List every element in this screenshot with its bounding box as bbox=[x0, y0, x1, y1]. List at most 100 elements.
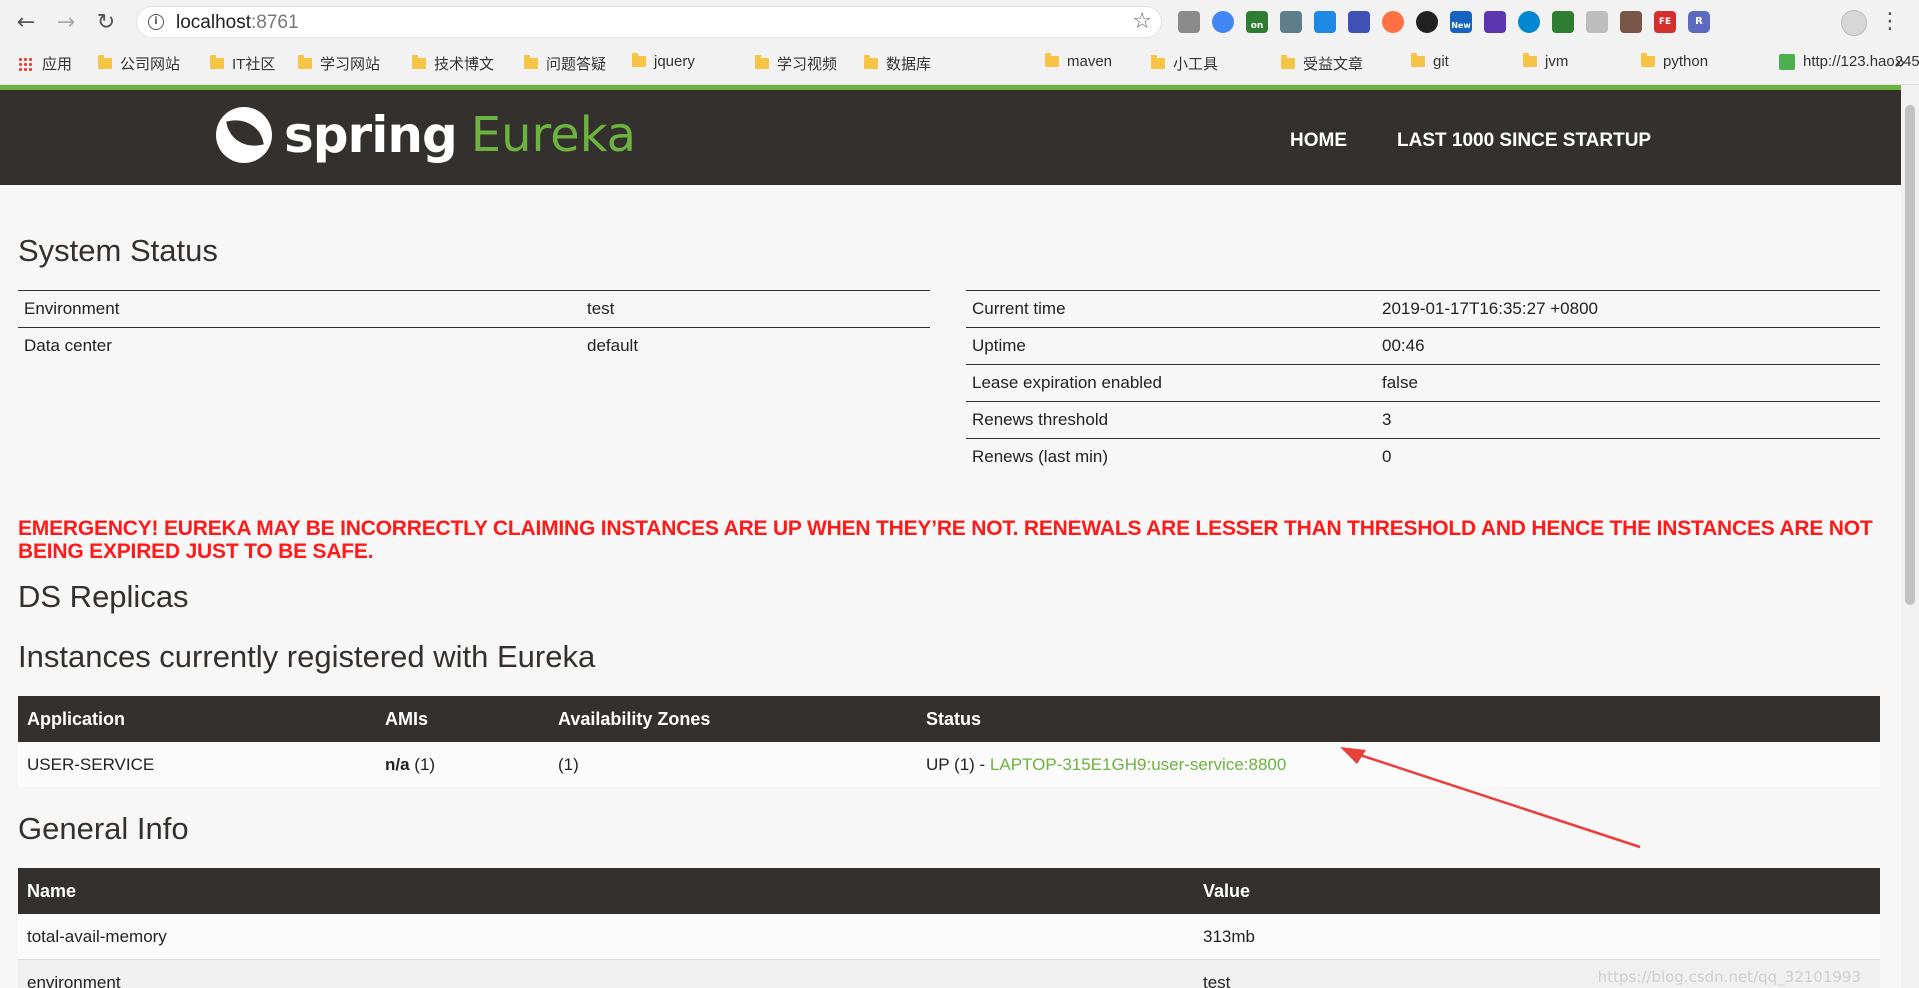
bookmark-star-icon[interactable]: ☆ bbox=[1132, 9, 1152, 34]
status-key: Lease expiration enabled bbox=[966, 364, 1376, 402]
browser-toolbar: ← → ↻ i localhost:8761 ☆ on New FE R ⋮ bbox=[0, 0, 1919, 44]
extension-keyboard-icon[interactable] bbox=[1178, 11, 1200, 33]
bookmark-label: jvm bbox=[1545, 53, 1569, 70]
system-status-right-table: Current time 2019-01-17T16:35:27 +0800 U… bbox=[966, 290, 1880, 476]
bookmark-label: 技术博文 bbox=[434, 56, 495, 73]
status-value: false bbox=[1376, 364, 1880, 402]
instances-heading: Instances currently registered with Eure… bbox=[18, 639, 596, 674]
url-host: localhost bbox=[176, 12, 251, 33]
status-key: Renews threshold bbox=[966, 401, 1376, 439]
bookmark-label: 小工具 bbox=[1173, 56, 1219, 73]
extension-key-icon[interactable] bbox=[1518, 11, 1540, 33]
bookmark-item[interactable]: 小工具 bbox=[1151, 53, 1218, 74]
general-info-heading: General Info bbox=[18, 811, 189, 846]
bookmark-item[interactable]: 应用 bbox=[18, 53, 72, 74]
extension-pocket-icon[interactable] bbox=[1314, 11, 1336, 33]
folder-icon bbox=[864, 55, 878, 69]
status-value: default bbox=[581, 327, 930, 365]
scrollbar-thumb[interactable] bbox=[1905, 105, 1915, 605]
extension-translate-icon[interactable] bbox=[1348, 11, 1370, 33]
reload-icon[interactable]: ↻ bbox=[92, 8, 120, 36]
column-header-status: Status bbox=[917, 696, 1880, 742]
bookmarks-overflow-button[interactable]: » bbox=[1895, 52, 1905, 73]
back-arrow-icon[interactable]: ← bbox=[12, 8, 40, 36]
extension-r-icon[interactable]: R bbox=[1688, 11, 1710, 33]
table-row: Renews threshold 3 bbox=[966, 401, 1880, 439]
status-key: Uptime bbox=[966, 327, 1376, 365]
page-scrollbar[interactable] bbox=[1901, 85, 1919, 988]
nav-links: HOME LAST 1000 SINCE STARTUP bbox=[1290, 130, 1651, 152]
bookmark-label: 数据库 bbox=[886, 56, 932, 73]
url-port: :8761 bbox=[251, 12, 299, 33]
table-header-row: Application AMIs Availability Zones Stat… bbox=[18, 696, 1880, 742]
bookmark-label: 公司网站 bbox=[120, 56, 181, 73]
extension-on-icon[interactable]: on bbox=[1246, 11, 1268, 33]
extension-infinity-icon[interactable] bbox=[1382, 11, 1404, 33]
table-row: Renews (last min) 0 bbox=[966, 438, 1880, 476]
bookmark-item[interactable]: 数据库 bbox=[864, 53, 931, 74]
folder-icon bbox=[412, 55, 426, 69]
folder-icon bbox=[1411, 53, 1425, 67]
bookmark-item[interactable]: jvm bbox=[1523, 53, 1568, 70]
bookmark-label: 学习网站 bbox=[320, 56, 381, 73]
status-value: 00:46 bbox=[1376, 327, 1880, 365]
ds-replicas-heading: DS Replicas bbox=[18, 579, 189, 614]
bookmark-item[interactable]: 公司网站 bbox=[98, 53, 180, 74]
system-status-heading: System Status bbox=[18, 233, 218, 268]
amis-count: (1) bbox=[409, 754, 436, 774]
status-key: Renews (last min) bbox=[966, 438, 1376, 476]
bookmark-item[interactable]: python bbox=[1641, 53, 1708, 70]
spring-eureka-logo[interactable]: spring Eureka bbox=[216, 106, 636, 164]
folder-icon bbox=[1151, 55, 1165, 69]
extension-icons: on New FE R bbox=[1178, 11, 1710, 35]
instance-status-link[interactable]: LAPTOP-315E1GH9:user-service:8800 bbox=[990, 755, 1286, 774]
column-header-zones: Availability Zones bbox=[549, 696, 917, 742]
address-bar[interactable]: i localhost:8761 ☆ bbox=[136, 6, 1162, 38]
nav-last-1000-link[interactable]: LAST 1000 SINCE STARTUP bbox=[1397, 130, 1651, 152]
nav-home-link[interactable]: HOME bbox=[1290, 130, 1347, 152]
bookmark-item[interactable]: IT社区 bbox=[210, 53, 275, 74]
bookmark-label: maven bbox=[1067, 53, 1113, 70]
browser-menu-icon[interactable]: ⋮ bbox=[1879, 9, 1901, 34]
bookmark-label: 学习视频 bbox=[777, 56, 838, 73]
application-cell: USER-SERVICE bbox=[18, 742, 376, 787]
status-key: Current time bbox=[966, 290, 1376, 328]
folder-icon bbox=[524, 55, 538, 69]
bookmark-item[interactable]: 问题答疑 bbox=[524, 53, 606, 74]
emergency-warning: EMERGENCY! EUREKA MAY BE INCORRECTLY CLA… bbox=[18, 517, 1873, 563]
extension-fish-icon[interactable] bbox=[1416, 11, 1438, 33]
bookmark-item[interactable]: 受益文章 bbox=[1281, 53, 1363, 74]
folder-icon bbox=[298, 55, 312, 69]
spring-leaf-icon bbox=[216, 107, 272, 163]
forward-arrow-icon[interactable]: → bbox=[52, 8, 80, 36]
column-header-name: Name bbox=[18, 868, 1194, 914]
extension-dropper-icon[interactable] bbox=[1280, 11, 1302, 33]
extension-chrome-icon[interactable] bbox=[1212, 11, 1234, 33]
zones-cell: (1) bbox=[549, 742, 917, 787]
status-prefix: UP (1) - bbox=[926, 754, 990, 774]
extension-tree-icon[interactable] bbox=[1586, 11, 1608, 33]
profile-avatar-icon[interactable] bbox=[1841, 10, 1867, 36]
extension-cat-icon[interactable] bbox=[1620, 11, 1642, 33]
site-info-icon[interactable]: i bbox=[148, 14, 164, 30]
bookmark-item[interactable]: 学习视频 bbox=[755, 53, 837, 74]
status-value: test bbox=[581, 290, 930, 328]
bookmark-item[interactable]: 技术博文 bbox=[412, 53, 494, 74]
bookmark-item[interactable]: 学习网站 bbox=[298, 53, 380, 74]
bookmark-label: 受益文章 bbox=[1303, 56, 1364, 73]
extension-shield-icon[interactable] bbox=[1552, 11, 1574, 33]
url-text[interactable]: localhost:8761 bbox=[176, 12, 299, 34]
bookmark-item[interactable]: git bbox=[1411, 53, 1449, 70]
folder-icon bbox=[210, 55, 224, 69]
site-favicon-icon bbox=[1779, 53, 1795, 70]
folder-icon bbox=[1281, 55, 1295, 69]
extension-fe-icon[interactable]: FE bbox=[1654, 11, 1676, 33]
bookmark-item[interactable]: maven bbox=[1045, 53, 1112, 70]
table-row: Data center default bbox=[18, 327, 930, 365]
amis-cell: n/a (1) bbox=[376, 742, 549, 787]
status-key: Data center bbox=[18, 327, 581, 365]
bookmarks-bar: 应用 公司网站 IT社区 学习网站 技术博文 问题答疑 jquery 学习视频 数据库 maven… bbox=[0, 44, 1919, 85]
bookmark-item[interactable]: jquery bbox=[632, 53, 695, 70]
extension-purple-icon[interactable] bbox=[1484, 11, 1506, 33]
extension-new-icon[interactable]: New bbox=[1450, 11, 1472, 33]
